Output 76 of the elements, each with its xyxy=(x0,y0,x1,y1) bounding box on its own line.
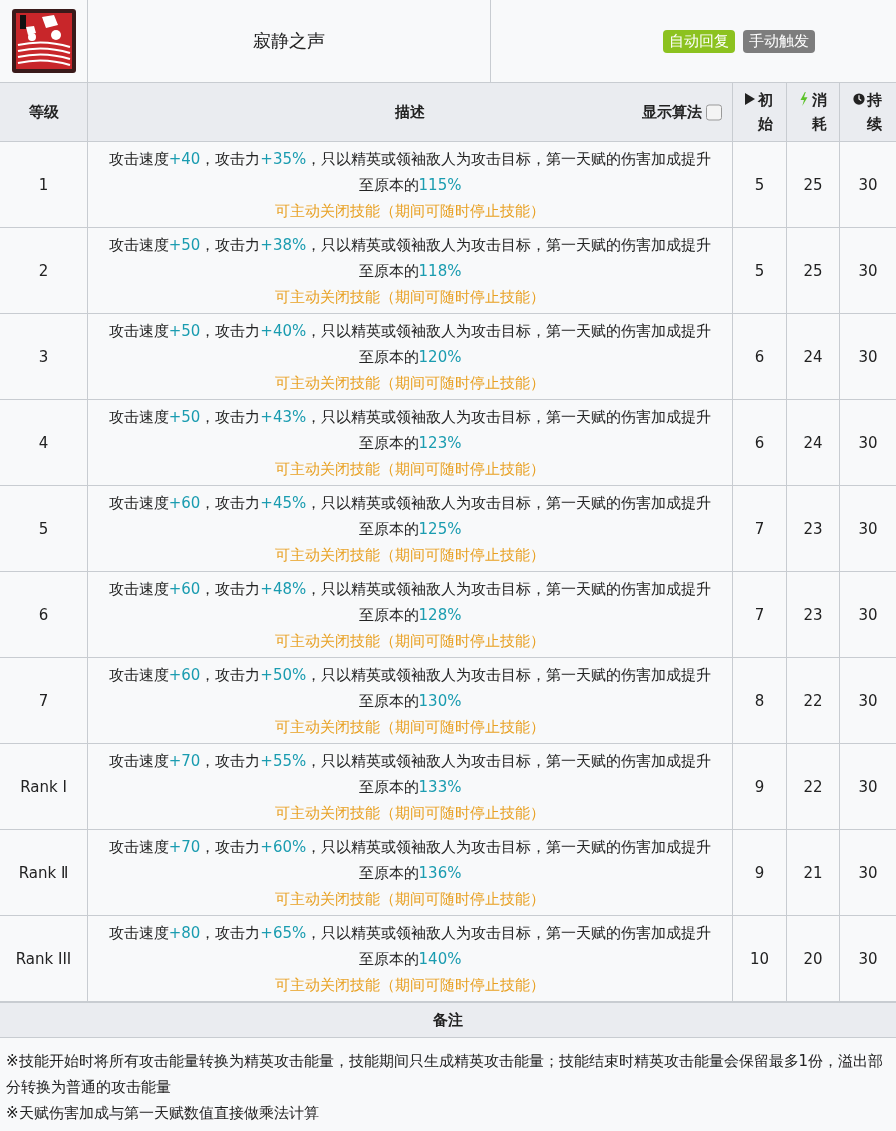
skill-note: 可主动关闭技能（期间可随时停止技能） xyxy=(275,544,545,566)
skill-description: 攻击速度+60，攻击力+48%，只以精英或领袖敌人为攻击目标，第一天赋的伤害加成提升至原本的128% xyxy=(107,578,713,626)
skill-description: 攻击速度+50，攻击力+40%，只以精英或领袖敌人为攻击目标，第一天赋的伤害加成提升至原本的120% xyxy=(107,320,713,368)
skill-description: 攻击速度+70，攻击力+60%，只以精英或领袖敌人为攻击目标，第一天赋的伤害加成提升至原本的136% xyxy=(107,836,713,884)
sp-cost-cell: 23 xyxy=(803,519,823,538)
level-cell: Rank Ⅰ xyxy=(20,777,67,796)
duration-cell: 30 xyxy=(858,949,878,968)
initial-sp-cell: 10 xyxy=(749,949,770,968)
sp-cost-cell: 21 xyxy=(803,863,823,882)
remarks-title: 备注 xyxy=(433,1010,463,1030)
skill-icon xyxy=(11,9,76,73)
duration-cell: 30 xyxy=(858,863,878,882)
skill-description: 攻击速度+60，攻击力+50%，只以精英或领袖敌人为攻击目标，第一天赋的伤害加成提升至原本的130% xyxy=(107,664,713,712)
duration-cell: 30 xyxy=(858,777,878,796)
remark-text: ※技能开始时将所有攻击能量转换为精英攻击能量，技能期间只生成精英攻击能量；技能结束时精英攻击能量会保留最多1份，溢出部分转换为普通的攻击能量 xyxy=(6,1051,885,1098)
sp-cost-cell: 22 xyxy=(803,777,823,796)
duration-cell: 30 xyxy=(858,605,878,624)
play-icon xyxy=(744,92,757,106)
level-cell: 6 xyxy=(38,605,49,624)
sp-cost-cell: 25 xyxy=(803,261,823,280)
skill-note: 可主动关闭技能（期间可随时停止技能） xyxy=(275,716,545,738)
duration-cell: 30 xyxy=(858,519,878,538)
duration-cell: 30 xyxy=(858,433,878,452)
formula-checkbox[interactable] xyxy=(706,104,722,120)
formula-label: 显示算法 xyxy=(642,102,702,122)
level-cell: 7 xyxy=(38,691,49,710)
column-header: 持续 xyxy=(866,90,883,135)
level-cell: 4 xyxy=(38,433,49,452)
skill-description: 攻击速度+80，攻击力+65%，只以精英或领袖敌人为攻击目标，第一天赋的伤害加成提升至原本的140% xyxy=(107,922,713,970)
skill-note: 可主动关闭技能（期间可随时停止技能） xyxy=(275,888,545,910)
skill-note: 可主动关闭技能（期间可随时停止技能） xyxy=(275,200,545,222)
initial-sp-cell: 7 xyxy=(754,519,765,538)
skill-note: 可主动关闭技能（期间可随时停止技能） xyxy=(275,802,545,824)
duration-cell: 30 xyxy=(858,261,878,280)
skill-note: 可主动关闭技能（期间可随时停止技能） xyxy=(275,630,545,652)
level-cell: 1 xyxy=(38,175,49,194)
skill-description: 攻击速度+60，攻击力+45%，只以精英或领袖敌人为攻击目标，第一天赋的伤害加成提升至原本的125% xyxy=(107,492,713,540)
sp-cost-cell: 24 xyxy=(803,347,823,366)
column-header: 初始 xyxy=(758,90,775,135)
sp-cost-cell: 24 xyxy=(803,433,823,452)
duration-cell: 30 xyxy=(858,691,878,710)
sp-cost-cell: 22 xyxy=(803,691,823,710)
column-header: 描述 xyxy=(395,102,425,122)
sp-cost-cell: 20 xyxy=(803,949,823,968)
skill-note: 可主动关闭技能（期间可随时停止技能） xyxy=(275,458,545,480)
initial-sp-cell: 5 xyxy=(754,261,765,280)
initial-sp-cell: 6 xyxy=(754,433,765,452)
level-cell: Rank III xyxy=(15,949,72,968)
skill-description: 攻击速度+70，攻击力+55%，只以精英或领袖敌人为攻击目标，第一天赋的伤害加成提升至原本的133% xyxy=(107,750,713,798)
level-cell: 3 xyxy=(38,347,49,366)
skill-note: 可主动关闭技能（期间可随时停止技能） xyxy=(275,372,545,394)
level-cell: Rank Ⅱ xyxy=(18,863,69,882)
skill-tag: 自动回复 xyxy=(662,29,735,53)
initial-sp-cell: 7 xyxy=(754,605,765,624)
remark-text: ※天赋伤害加成与第一天赋数值直接做乘法计算 xyxy=(6,1103,320,1124)
column-header: 消耗 xyxy=(811,90,828,135)
duration-cell: 30 xyxy=(858,347,878,366)
column-header: 等级 xyxy=(28,102,59,122)
level-cell: 2 xyxy=(38,261,49,280)
level-cell: 5 xyxy=(38,519,49,538)
initial-sp-cell: 9 xyxy=(754,863,765,882)
skill-note: 可主动关闭技能（期间可随时停止技能） xyxy=(275,286,545,308)
initial-sp-cell: 8 xyxy=(754,691,765,710)
skill-description: 攻击速度+40，攻击力+35%，只以精英或领袖敌人为攻击目标，第一天赋的伤害加成提升至原本的115% xyxy=(107,148,713,196)
sp-cost-cell: 23 xyxy=(803,605,823,624)
skill-description: 攻击速度+50，攻击力+38%，只以精英或领袖敌人为攻击目标，第一天赋的伤害加成提升至原本的118% xyxy=(107,234,713,282)
skill-description: 攻击速度+50，攻击力+43%，只以精英或领袖敌人为攻击目标，第一天赋的伤害加成提升至原本的123% xyxy=(107,406,713,454)
skill-note: 可主动关闭技能（期间可随时停止技能） xyxy=(275,974,545,996)
skill-tag: 手动触发 xyxy=(742,29,815,53)
sp-cost-cell: 25 xyxy=(803,175,823,194)
clock-icon xyxy=(852,92,865,106)
duration-cell: 30 xyxy=(858,175,878,194)
initial-sp-cell: 9 xyxy=(754,777,765,796)
initial-sp-cell: 5 xyxy=(754,175,765,194)
initial-sp-cell: 6 xyxy=(754,347,765,366)
skill-name: 寂静之声 xyxy=(253,29,325,53)
